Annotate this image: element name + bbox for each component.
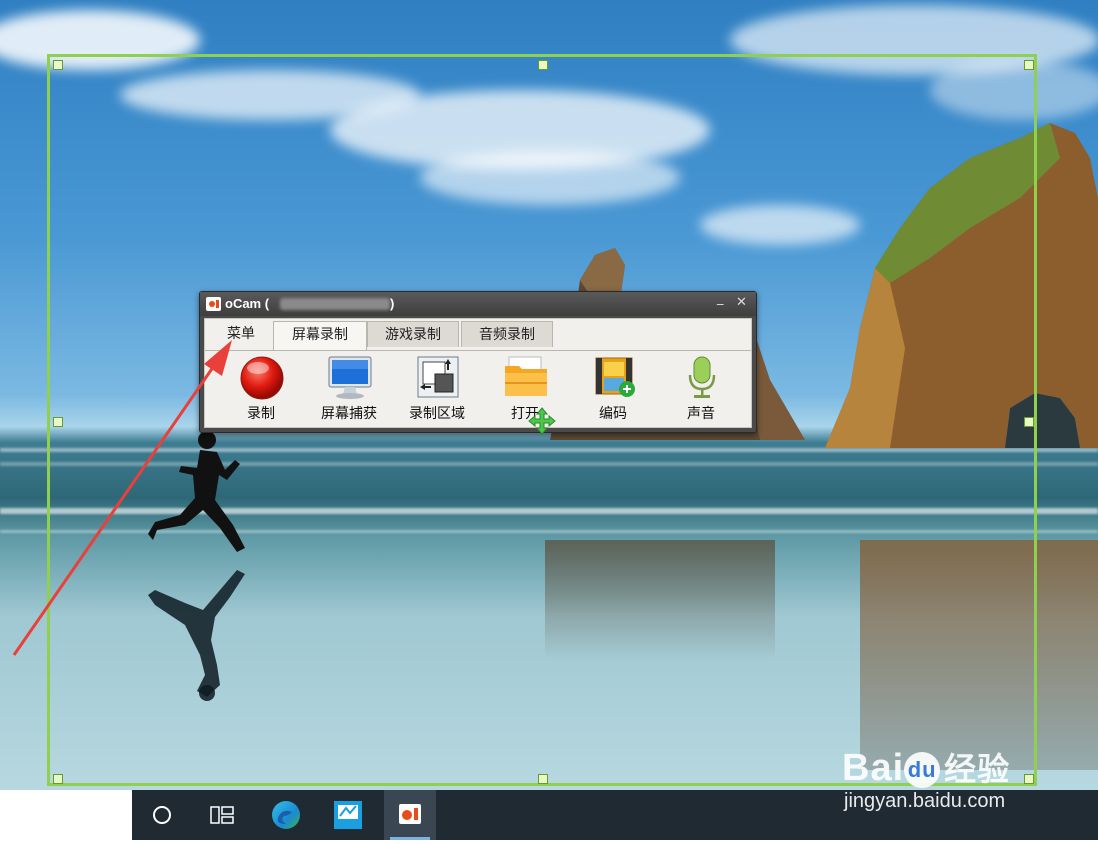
taskbar-search-box[interactable] xyxy=(0,790,132,840)
tab-game-record[interactable]: 游戏录制 xyxy=(367,321,459,347)
app-icon xyxy=(334,801,362,829)
codec-label: 编码 xyxy=(599,406,627,422)
ocam-logo-icon xyxy=(206,297,221,311)
watermark-url: jingyan.baidu.com xyxy=(844,790,1006,812)
screen-capture-label: 屏幕捕获 xyxy=(321,406,377,422)
tab-audio-record[interactable]: 音频录制 xyxy=(461,321,553,347)
search-circle-icon xyxy=(153,806,171,824)
move-cursor-icon xyxy=(528,407,556,435)
record-region-label: 录制区域 xyxy=(409,406,465,422)
task-view-button[interactable] xyxy=(196,790,248,840)
task-view-icon xyxy=(210,806,234,824)
ocam-window: oCam ( ) _ ✕ 菜单 屏幕录制 游戏录制 音频录制 录制 屏幕捕获 录… xyxy=(199,291,757,433)
record-region-button[interactable]: 录制区域 xyxy=(393,351,481,427)
resize-handle-bottom-right[interactable] xyxy=(1024,774,1034,784)
tab-screen-record[interactable]: 屏幕录制 xyxy=(273,321,367,350)
edge-icon xyxy=(272,801,300,829)
annotation-arrow xyxy=(12,340,232,656)
window-title-close-paren: ) xyxy=(390,296,395,311)
window-title: oCam ( xyxy=(225,296,270,311)
watermark-cn: 经验 xyxy=(944,751,1011,787)
minimize-button[interactable]: _ xyxy=(717,291,724,306)
region-icon xyxy=(417,356,459,398)
monitor-icon xyxy=(328,356,372,399)
resize-handle-top-left[interactable] xyxy=(53,60,63,70)
codec-film-icon xyxy=(595,357,635,397)
screen-capture-button[interactable]: 屏幕捕获 xyxy=(305,351,393,427)
sound-label: 声音 xyxy=(687,406,715,422)
codec-button[interactable]: 编码 xyxy=(569,351,657,427)
baidu-watermark: Bai du 经验 xyxy=(842,744,1010,790)
ocam-icon xyxy=(399,804,421,824)
record-icon xyxy=(240,356,284,400)
resize-handle-bottom-left[interactable] xyxy=(53,774,63,784)
watermark-brand: Bai xyxy=(842,747,905,789)
microphone-icon xyxy=(688,356,716,398)
watermark-brand2: du xyxy=(904,751,941,788)
cortana-button[interactable] xyxy=(136,790,188,840)
ocam-body: 菜单 屏幕录制 游戏录制 音频录制 录制 屏幕捕获 录制区域 打开 编码 声音 xyxy=(204,318,752,428)
title-bar[interactable]: oCam ( ) _ ✕ xyxy=(200,291,756,316)
resize-handle-top-right[interactable] xyxy=(1024,60,1034,70)
resize-handle-bottom[interactable] xyxy=(538,774,548,784)
app-taskbar-button[interactable] xyxy=(322,790,374,840)
sound-button[interactable]: 声音 xyxy=(657,351,745,427)
resize-handle-top[interactable] xyxy=(538,60,548,70)
redacted-title-text xyxy=(280,298,390,310)
resize-handle-right[interactable] xyxy=(1024,417,1034,427)
edge-taskbar-button[interactable] xyxy=(260,790,312,840)
folder-icon xyxy=(505,356,547,396)
close-button[interactable]: ✕ xyxy=(736,295,747,310)
ocam-taskbar-button[interactable] xyxy=(384,790,436,840)
tab-bar: 菜单 屏幕录制 游戏录制 音频录制 xyxy=(205,321,751,351)
toolbar: 录制 屏幕捕获 录制区域 打开 编码 声音 xyxy=(205,351,751,427)
